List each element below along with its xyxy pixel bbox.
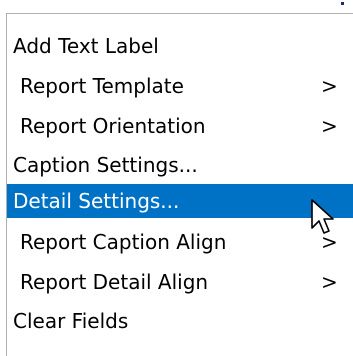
menu-item-label: Caption Settings... (13, 153, 198, 177)
menu-item-caption-settings[interactable]: Caption Settings... (7, 148, 353, 182)
menu-item-label: Report Orientation (20, 114, 206, 138)
window-corner-mark (341, 2, 344, 5)
menu-item-label: Report Caption Align (20, 230, 227, 254)
submenu-arrow-icon: > (321, 270, 338, 294)
menu-item-label: Add Text Label (13, 34, 159, 58)
submenu-arrow-icon: > (321, 114, 338, 138)
screenshot-stage: Add Text Label Report Template > Report … (0, 0, 353, 356)
menu-item-report-orientation[interactable]: Report Orientation > (7, 109, 353, 143)
submenu-arrow-icon: > (321, 74, 338, 98)
menu-item-report-detail-align[interactable]: Report Detail Align > (7, 265, 353, 299)
menu-item-label: Report Template (20, 74, 184, 98)
menu-item-report-template[interactable]: Report Template > (7, 69, 353, 103)
menu-item-clear-fields[interactable]: Clear Fields (7, 304, 353, 338)
menu-item-label: Detail Settings... (13, 189, 180, 213)
menu-item-add-text-label[interactable]: Add Text Label (7, 29, 353, 63)
menu-item-report-caption-align[interactable]: Report Caption Align > (7, 225, 353, 259)
menu-item-label: Report Detail Align (20, 270, 209, 294)
context-menu: Add Text Label Report Template > Report … (6, 13, 353, 356)
arrow-pointer-icon (311, 199, 334, 234)
menu-item-detail-settings[interactable]: Detail Settings... (7, 184, 353, 218)
menu-item-label: Clear Fields (13, 309, 129, 333)
